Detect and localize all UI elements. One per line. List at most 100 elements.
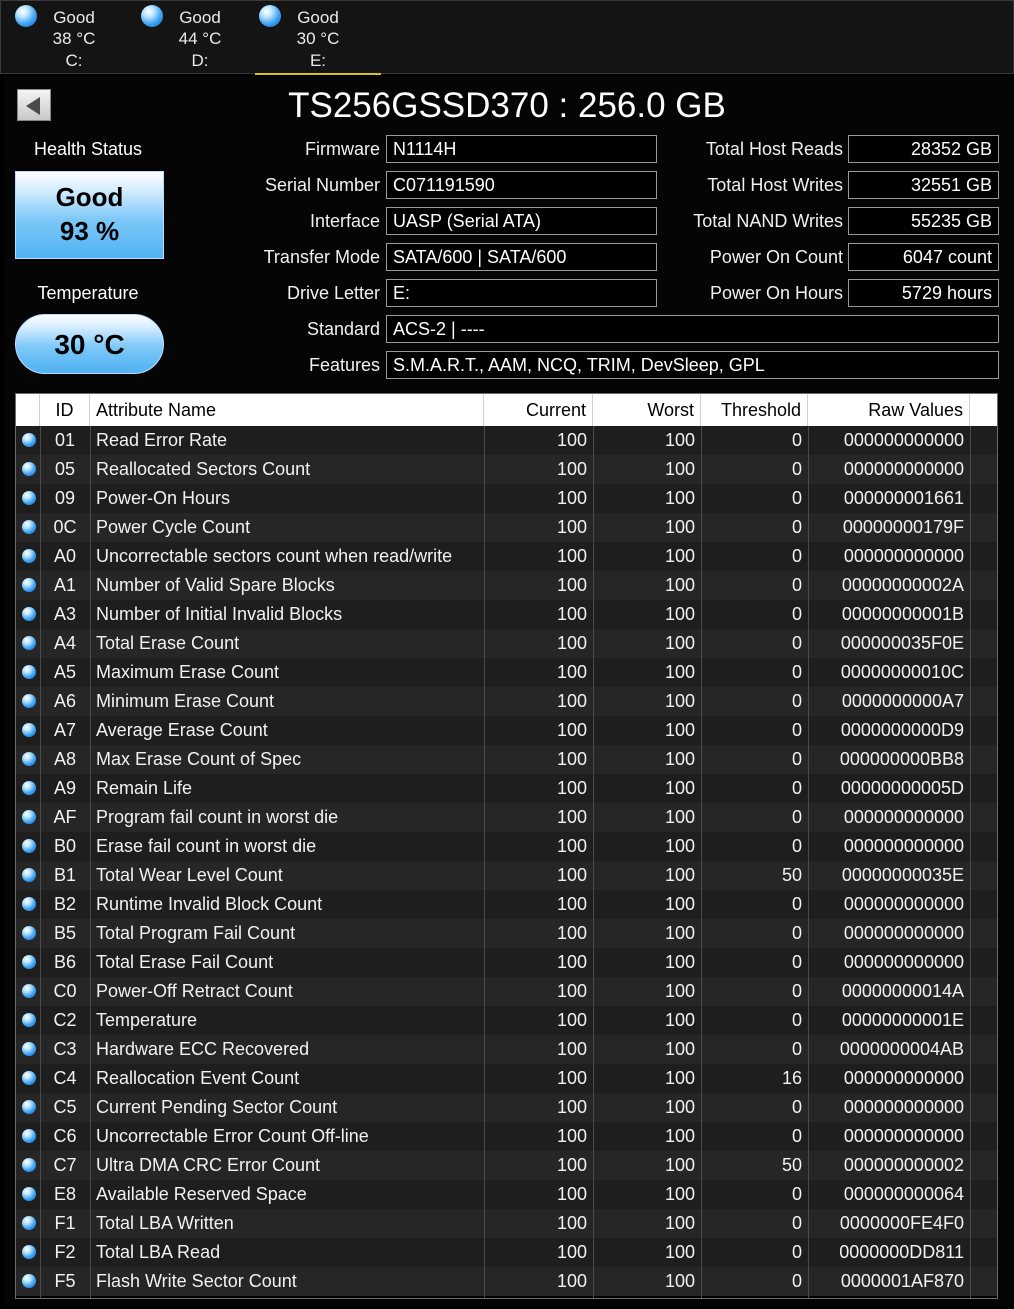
table-row[interactable]: C6 Uncorrectable Error Count Off-line 100 1… (16, 1122, 997, 1151)
standard-label: Standard (306, 319, 380, 339)
table-row[interactable]: C7 Ultra DMA CRC Error Count 100 100 50 00000… (16, 1151, 997, 1180)
drive-letter-field: E: (386, 279, 657, 307)
raw-value: 0000000FE4F0 (839, 1213, 964, 1233)
attribute-name: Total Program Fail Count (96, 923, 296, 943)
table-row[interactable]: C0 Power-Off Retract Count 100 100 0 00000000… (16, 977, 997, 1006)
drive-letter: E: (309, 51, 327, 70)
raw-value: 0000000004AB (839, 1039, 964, 1059)
table-row[interactable]: F2 Total LBA Read 100 100 0 0000000DD811 (16, 1238, 997, 1267)
table-row[interactable]: C3 Hardware ECC Recovered 100 100 0 000000000… (16, 1035, 997, 1064)
attribute-name: Reallocation Event Count (96, 1068, 300, 1088)
attribute-id: A3 (53, 604, 77, 624)
attribute-name: Uncorrectable sectors count when read/wr… (96, 546, 453, 566)
table-row[interactable]: C4 Reallocation Event Count 100 100 16 000000… (16, 1064, 997, 1093)
drive-tab-c[interactable]: Good 38 °C C: (11, 1, 137, 75)
worst-value: 100 (664, 691, 695, 711)
attribute-name: Total LBA Read (96, 1242, 221, 1262)
attribute-id: A8 (53, 749, 77, 769)
table-row[interactable]: B6 Total Erase Fail Count 100 100 0 000000000… (16, 948, 997, 977)
table-row[interactable]: C2 Temperature 100 100 0 00000000001E (16, 1006, 997, 1035)
table-row[interactable]: A7 Average Erase Count 100 100 0 0000000000D9 (16, 716, 997, 745)
worst-value: 100 (664, 1039, 695, 1059)
header-id[interactable]: ID (40, 394, 90, 426)
threshold-value: 0 (791, 1271, 802, 1291)
worst-value: 100 (664, 546, 695, 566)
table-row[interactable]: E8 Available Reserved Space 100 100 0 0000000… (16, 1180, 997, 1209)
attribute-name: Total Wear Level Count (96, 865, 283, 885)
table-row[interactable]: A1 Number of Valid Spare Blocks 100 100 0 000… (16, 571, 997, 600)
current-value: 100 (556, 894, 587, 914)
status-ball-icon (22, 1216, 36, 1230)
table-row[interactable]: F1 Total LBA Written 100 100 0 0000000FE4F0 (16, 1209, 997, 1238)
table-row[interactable]: A0 Uncorrectable sectors count when read/… (16, 542, 997, 571)
table-row[interactable]: A4 Total Erase Count 100 100 0 000000035F0E (16, 629, 997, 658)
header-status-col[interactable] (16, 394, 40, 426)
status-ball-icon (22, 781, 36, 795)
table-row[interactable]: A3 Number of Initial Invalid Blocks 100 100… (16, 600, 997, 629)
header-worst[interactable]: Worst (593, 394, 701, 426)
attribute-id: A5 (53, 662, 77, 682)
worst-value: 100 (664, 1271, 695, 1291)
temperature-badge[interactable]: 30 °C (15, 314, 164, 374)
header-raw-values[interactable]: Raw Values (808, 394, 970, 426)
table-row[interactable]: 05 Reallocated Sectors Count 100 100 0 000000… (16, 455, 997, 484)
current-value: 100 (556, 604, 587, 624)
drive-tab-e[interactable]: Good 30 °C E: (255, 1, 381, 75)
current-value: 100 (556, 633, 587, 653)
current-value: 100 (556, 691, 587, 711)
status-ball-icon (22, 491, 36, 505)
table-row[interactable]: A8 Max Erase Count of Spec 100 100 0 00000000… (16, 745, 997, 774)
drive-tabs-bar: Good 38 °C C: Good 44 °C D: Good 30 °C E… (0, 0, 1014, 75)
table-row[interactable]: B2 Runtime Invalid Block Count 100 100 0 0000… (16, 890, 997, 919)
table-row[interactable]: A6 Minimum Erase Count 100 100 0 0000000000A7 (16, 687, 997, 716)
threshold-value: 0 (791, 662, 802, 682)
features-field: S.M.A.R.T., AAM, NCQ, TRIM, DevSleep, GP… (386, 351, 999, 379)
temperature-label: Temperature (37, 283, 139, 303)
power-on-hours-field: 5729 hours (848, 279, 999, 307)
threshold-value: 0 (791, 1097, 802, 1117)
raw-value: 00000000035E (841, 865, 964, 885)
status-ball-icon (22, 839, 36, 853)
column-divider (40, 426, 41, 1298)
status-ball-icon (22, 868, 36, 882)
attribute-name: Current Pending Sector Count (96, 1097, 338, 1117)
attribute-name: Max Erase Count of Spec (96, 749, 302, 769)
header-current[interactable]: Current (484, 394, 593, 426)
drive-tab-d[interactable]: Good 44 °C D: (137, 1, 263, 75)
worst-value: 100 (664, 1213, 695, 1233)
status-ball-icon (22, 520, 36, 534)
power-on-count-label: Power On Count (709, 247, 843, 267)
threshold-value: 0 (791, 517, 802, 537)
drive-letter: C: (65, 51, 83, 70)
attribute-id: 09 (54, 488, 76, 508)
table-row[interactable]: B1 Total Wear Level Count 100 100 50 00000000… (16, 861, 997, 890)
worst-value: 100 (664, 1097, 695, 1117)
table-row[interactable]: A9 Remain Life 100 100 0 00000000005D (16, 774, 997, 803)
table-row[interactable]: A5 Maximum Erase Count 100 100 0 00000000010C (16, 658, 997, 687)
table-row[interactable]: B0 Erase fail count in worst die 100 100 0 00… (16, 832, 997, 861)
table-row[interactable]: B5 Total Program Fail Count 100 100 0 0000000… (16, 919, 997, 948)
health-status-badge[interactable]: Good 93 % (15, 171, 164, 259)
interface-field: UASP (Serial ATA) (386, 207, 657, 235)
current-value: 100 (556, 430, 587, 450)
smart-attributes-table[interactable]: ID Attribute Name Current Worst Threshol… (15, 393, 998, 1299)
current-value: 100 (556, 923, 587, 943)
table-row[interactable]: 09 Power-On Hours 100 100 0 000000001661 (16, 484, 997, 513)
current-value: 100 (556, 1155, 587, 1175)
table-row[interactable]: 01 Read Error Rate 100 100 0 000000000000 (16, 426, 997, 455)
column-divider (484, 426, 485, 1298)
table-row[interactable]: AF Program fail count in worst die 100 100 0… (16, 803, 997, 832)
table-row[interactable]: F5 Flash Write Sector Count 100 100 0 0000001… (16, 1267, 997, 1296)
header-attribute-name[interactable]: Attribute Name (90, 394, 484, 426)
header-threshold[interactable]: Threshold (701, 394, 808, 426)
attribute-name: Total Erase Count (96, 633, 240, 653)
status-ball-icon (22, 955, 36, 969)
worst-value: 100 (664, 1068, 695, 1088)
column-divider (593, 426, 594, 1298)
threshold-value: 0 (791, 894, 802, 914)
raw-value: 000000000000 (843, 923, 964, 943)
threshold-value: 0 (791, 1039, 802, 1059)
table-row[interactable]: C5 Current Pending Sector Count 100 100 0 000… (16, 1093, 997, 1122)
attribute-name: Available Reserved Space (96, 1184, 307, 1204)
table-row[interactable]: 0C Power Cycle Count 100 100 0 00000000179F (16, 513, 997, 542)
